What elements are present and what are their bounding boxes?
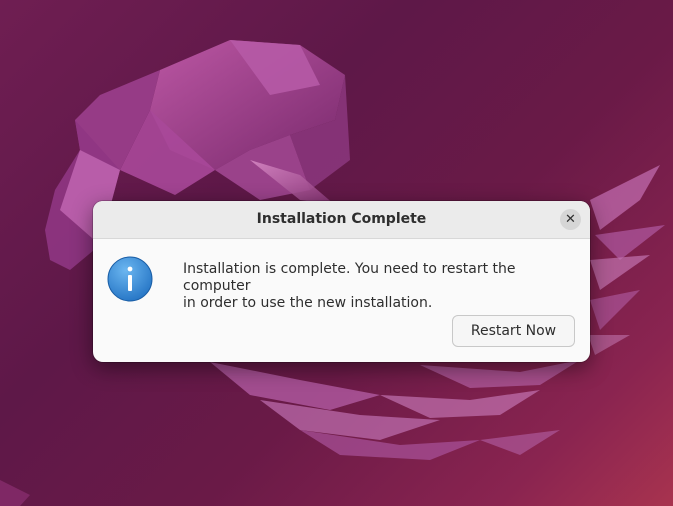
desktop-wallpaper: Installation Complete ✕ Installation is … [0,0,673,506]
installation-complete-dialog: Installation Complete ✕ Installation is … [93,201,590,362]
info-icon [107,256,153,302]
dialog-message: Installation is complete. You need to re… [183,261,583,312]
dialog-titlebar: Installation Complete ✕ [93,201,590,239]
close-button[interactable]: ✕ [560,209,581,230]
dialog-title: Installation Complete [256,211,427,227]
message-line-1: Installation is complete. You need to re… [183,261,516,294]
restart-now-button[interactable]: Restart Now [452,315,575,347]
message-line-2: in order to use the new installation. [183,295,433,311]
